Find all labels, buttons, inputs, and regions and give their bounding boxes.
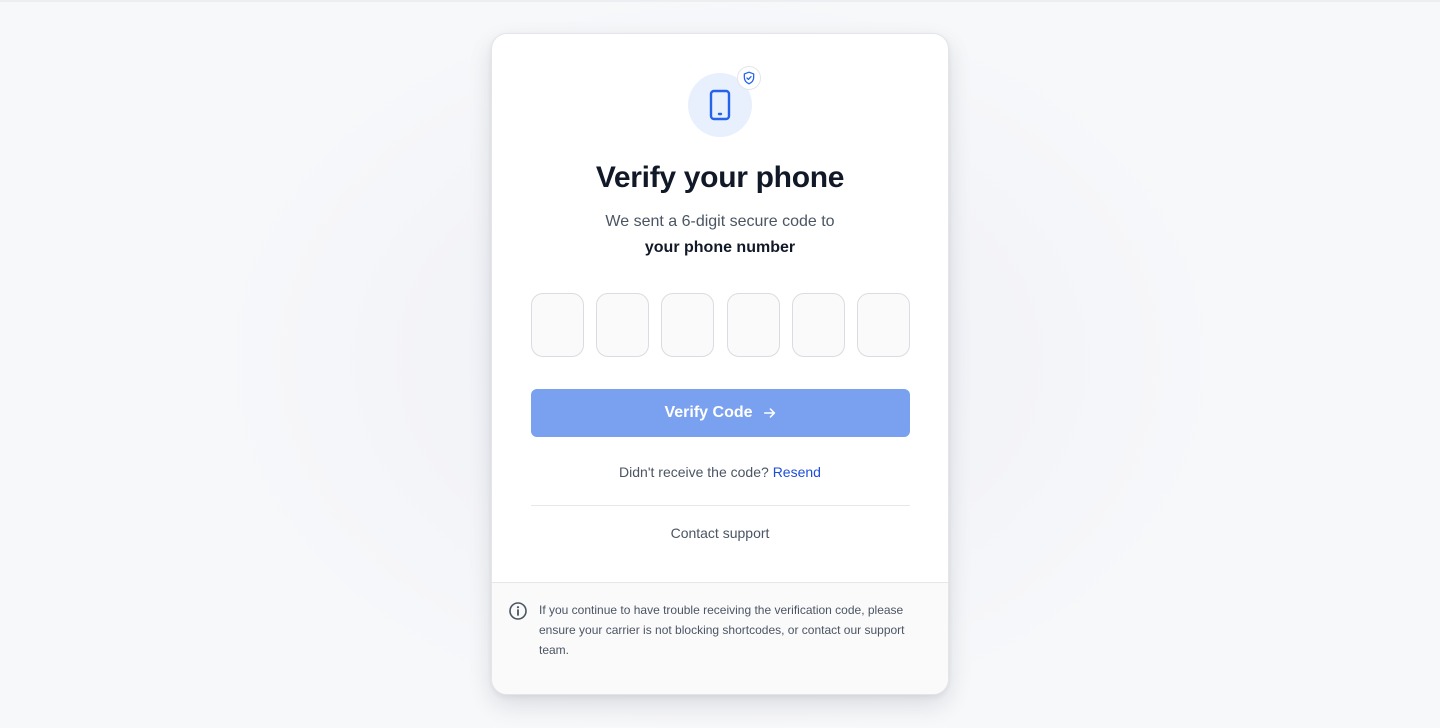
resend-prompt: Didn't receive the code? [619, 464, 769, 480]
recipient-phone: your phone number [644, 239, 796, 256]
contact-support-link[interactable]: Contact support [492, 525, 948, 541]
resend-link[interactable]: Resend [773, 464, 821, 480]
otp-digit-4[interactable] [726, 293, 780, 357]
help-footer: If you continue to have trouble receivin… [492, 582, 948, 694]
verify-code-button[interactable]: Verify Code [531, 389, 910, 437]
otp-digit-2[interactable] [596, 293, 650, 357]
resend-line: Didn't receive the code? Resend [492, 464, 948, 480]
info-icon [509, 602, 527, 620]
otp-input-group [531, 293, 910, 357]
code-sent-text: We sent a 6-digit secure code to [605, 213, 835, 230]
otp-digit-1[interactable] [531, 293, 584, 357]
smartphone-icon [709, 89, 731, 121]
shield-check-icon [743, 71, 755, 85]
verification-card: Verify your phone We sent a 6-digit secu… [491, 33, 949, 695]
page-title: Verify your phone [595, 161, 845, 194]
shield-badge [737, 66, 761, 90]
top-border [0, 0, 1440, 2]
otp-digit-3[interactable] [661, 293, 715, 357]
divider [531, 505, 910, 506]
arrow-right-icon [763, 408, 775, 418]
help-note: If you continue to have trouble receivin… [539, 603, 905, 657]
otp-digit-5[interactable] [791, 293, 845, 357]
verify-code-label: Verify Code [664, 404, 753, 421]
otp-digit-6[interactable] [856, 293, 910, 357]
